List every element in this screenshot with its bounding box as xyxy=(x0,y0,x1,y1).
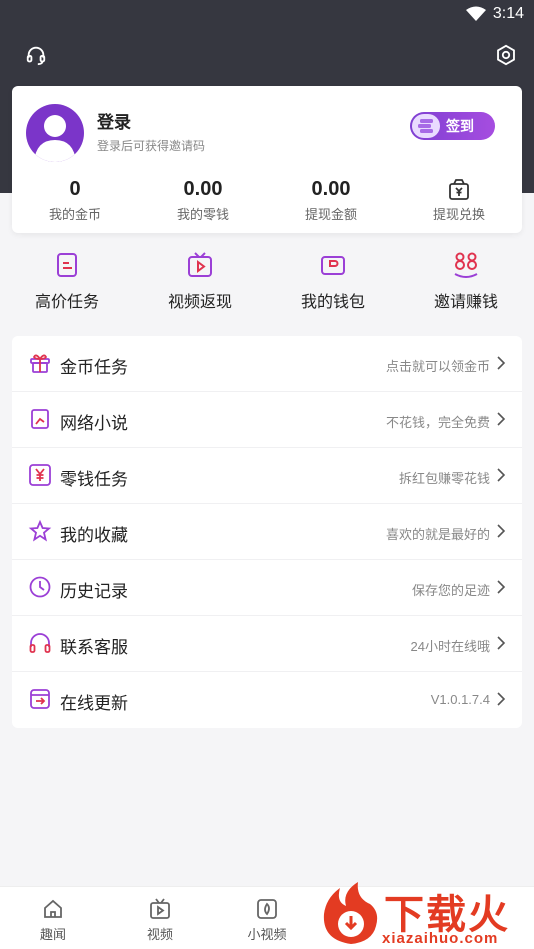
quick-my-wallet[interactable]: 我的钱包 xyxy=(278,250,388,312)
menu-hint: 不花钱，完全免费 xyxy=(385,415,490,430)
menu-hint: 24小时在线哦 xyxy=(410,639,490,654)
chevron-right-icon xyxy=(497,524,506,538)
status-time: 3:14 xyxy=(492,5,524,22)
profile-card: 登录 登录后可获得邀请码 签到 0 我的金币 0.00 我的零钱 0.00 提现… xyxy=(12,86,522,233)
menu-list: 金币任务 点击就可以领金币 网络小说 不花钱，完全免费 零钱任务 拆红包赚零花钱… xyxy=(12,336,522,728)
menu-hint: 拆红包赚零花钱 xyxy=(398,471,490,486)
menu-label: 网络小说 xyxy=(60,414,128,433)
login-title[interactable]: 登录 xyxy=(97,108,131,133)
menu-item-coin-tasks[interactable]: 金币任务 点击就可以领金币 xyxy=(12,336,522,392)
stat-withdraw-amount[interactable]: 0.00 提现金额 xyxy=(276,178,386,223)
stat-change[interactable]: 0.00 我的零钱 xyxy=(148,178,258,223)
menu-hint: V1.0.1.7.4 xyxy=(430,692,490,707)
stat-label: 我的金币 xyxy=(48,207,101,222)
book-icon xyxy=(31,409,49,429)
task-doc-icon xyxy=(57,253,77,277)
watermark-logo: 下载火 xiazaihuo.com xyxy=(318,878,534,949)
settings-icon[interactable] xyxy=(495,44,517,66)
menu-label: 联系客服 xyxy=(60,638,128,657)
gift-icon xyxy=(30,354,50,373)
wallet-card-icon xyxy=(321,256,345,275)
chevron-right-icon xyxy=(497,580,506,594)
quick-invite-earn[interactable]: 邀请赚钱 xyxy=(411,250,521,312)
menu-item-favorites[interactable]: 我的收藏 喜欢的就是最好的 xyxy=(12,504,522,560)
watermark-sub: xiazaihuo.com xyxy=(382,930,499,947)
quick-label: 视频返现 xyxy=(167,294,232,311)
signin-button[interactable]: 签到 xyxy=(410,112,495,140)
nav-short-video[interactable]: 小视频 xyxy=(227,897,307,943)
wifi-icon xyxy=(466,6,486,21)
stat-label: 提现金额 xyxy=(304,207,357,222)
quick-high-value-tasks[interactable]: 高价任务 xyxy=(12,250,122,312)
menu-hint: 点击就可以领金币 xyxy=(385,359,490,374)
login-subtitle: 登录后可获得邀请码 xyxy=(97,139,206,153)
menu-label: 历史记录 xyxy=(60,582,128,601)
stat-label: 我的零钱 xyxy=(176,207,229,222)
quick-label: 我的钱包 xyxy=(300,294,365,311)
wallet-icon xyxy=(449,179,469,200)
stat-value: 0 xyxy=(69,178,81,200)
video-icon xyxy=(150,898,170,919)
clock-icon xyxy=(29,576,51,598)
stat-value: 0.00 xyxy=(311,178,351,200)
quick-label: 高价任务 xyxy=(34,294,99,311)
status-bar: 3:14 xyxy=(0,0,534,30)
quick-video-cashback[interactable]: 视频返现 xyxy=(145,250,255,312)
short-video-icon xyxy=(257,899,277,919)
home-icon xyxy=(44,899,62,918)
stat-value: 0.00 xyxy=(183,178,223,200)
menu-label: 金币任务 xyxy=(60,358,128,377)
chevron-right-icon xyxy=(497,636,506,650)
menu-item-online-update[interactable]: 在线更新 V1.0.1.7.4 xyxy=(12,672,522,728)
menu-item-customer-service[interactable]: 联系客服 24小时在线哦 xyxy=(12,616,522,672)
flame-logo-icon xyxy=(323,882,378,944)
menu-label: 我的收藏 xyxy=(60,526,128,545)
chevron-right-icon xyxy=(497,692,506,706)
menu-hint: 保存您的足迹 xyxy=(411,583,490,598)
stat-label: 提现兑换 xyxy=(432,207,485,222)
headphones-icon xyxy=(29,633,51,653)
nav-video[interactable]: 视频 xyxy=(120,897,200,943)
menu-label: 零钱任务 xyxy=(60,470,128,489)
menu-item-change-tasks[interactable]: 零钱任务 拆红包赚零花钱 xyxy=(12,448,522,504)
chevron-right-icon xyxy=(497,468,506,482)
nav-label: 小视频 xyxy=(247,927,287,942)
avatar[interactable] xyxy=(26,104,84,162)
menu-item-web-novels[interactable]: 网络小说 不花钱，完全免费 xyxy=(12,392,522,448)
menu-item-history[interactable]: 历史记录 保存您的足迹 xyxy=(12,560,522,616)
invite-88-icon xyxy=(454,252,478,278)
tv-play-icon xyxy=(188,252,212,277)
chevron-right-icon xyxy=(497,356,506,370)
stat-withdraw-exchange[interactable]: 提现兑换 xyxy=(404,178,514,223)
nav-label: 趣闻 xyxy=(39,927,66,942)
quick-label: 邀请赚钱 xyxy=(433,294,498,311)
nav-news[interactable]: 趣闻 xyxy=(13,897,93,943)
nav-label: 视频 xyxy=(146,927,173,942)
yuan-icon xyxy=(29,464,51,486)
menu-hint: 喜欢的就是最好的 xyxy=(385,527,490,542)
coins-icon xyxy=(412,114,440,138)
update-icon xyxy=(30,689,50,709)
star-icon xyxy=(28,519,52,542)
menu-label: 在线更新 xyxy=(60,694,128,713)
quick-actions: 高价任务 视频返现 我的钱包 邀请赚钱 xyxy=(0,250,534,320)
user-silhouette-icon xyxy=(34,115,76,162)
chevron-right-icon xyxy=(497,412,506,426)
signin-label: 签到 xyxy=(446,118,474,134)
stat-coins[interactable]: 0 我的金币 xyxy=(20,178,130,223)
headset-icon[interactable] xyxy=(25,44,47,66)
